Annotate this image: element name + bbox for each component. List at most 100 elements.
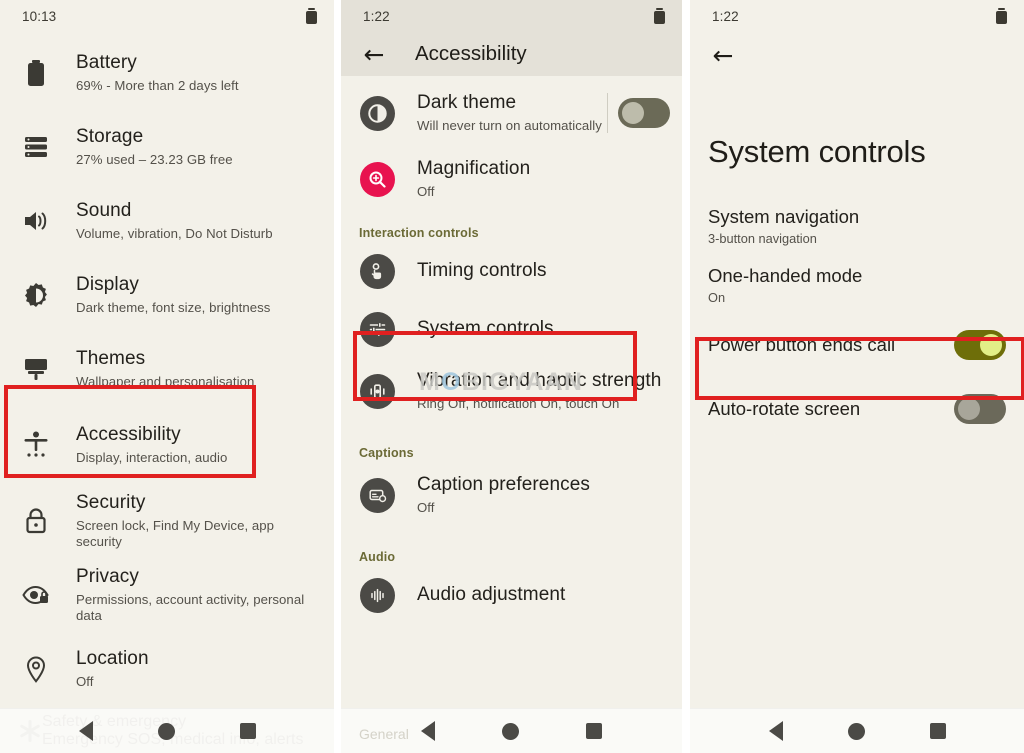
icon-chip <box>359 477 395 513</box>
themes-icon <box>18 357 54 381</box>
settings-row-accessibility[interactable]: Accessibility Display, interaction, audi… <box>0 406 334 484</box>
status-clock: 10:13 <box>22 8 57 24</box>
status-clock: 1:22 <box>363 8 390 24</box>
row-subtitle: On <box>708 289 726 305</box>
settings-row-subtitle: Wallpaper and personalisation <box>76 373 255 389</box>
nav-home-icon[interactable] <box>501 722 519 740</box>
settings-row-title: Storage <box>76 126 144 148</box>
icon-chip <box>359 95 395 131</box>
nav-home-icon[interactable] <box>157 722 175 740</box>
nav-back-icon[interactable] <box>768 721 783 741</box>
settings-row-subtitle: Display, interaction, audio <box>76 449 228 465</box>
row-auto-rotate-screen[interactable]: Auto-rotate screen <box>690 380 1024 438</box>
row-system-navigation[interactable]: System navigation 3-button navigation <box>690 198 1024 254</box>
row-text: Audio adjustment <box>417 584 666 606</box>
section-label-audio: Audio <box>359 550 396 564</box>
settings-row-storage[interactable]: Storage 27% used – 23.23 GB free <box>0 110 334 184</box>
settings-row-sound[interactable]: Sound Volume, vibration, Do Not Disturb <box>0 184 334 258</box>
settings-list: Battery 69% - More than 2 days left Stor… <box>0 32 334 706</box>
icon-chip <box>359 373 395 409</box>
icon-chip <box>359 253 395 289</box>
nav-back-icon[interactable] <box>420 721 435 741</box>
settings-row-text: Display Dark theme, font size, brightnes… <box>76 274 318 315</box>
power-button-ends-call-toggle[interactable] <box>954 330 1006 360</box>
row-text: Auto-rotate screen <box>708 398 954 420</box>
row-power-button-ends-call[interactable]: Power button ends call <box>690 316 1024 374</box>
status-bar-panel1: 10:13 <box>0 0 334 32</box>
location-icon <box>18 655 54 683</box>
panel-system-controls: 1:22 ← System controls System navigation… <box>690 0 1024 753</box>
settings-row-title: Location <box>76 648 149 670</box>
row-magnification[interactable]: Magnification Off <box>341 146 682 212</box>
status-bar-panel2: 1:22 <box>341 0 682 32</box>
settings-row-privacy[interactable]: Privacy Permissions, account activity, p… <box>0 558 334 632</box>
settings-row-battery[interactable]: Battery 69% - More than 2 days left <box>0 36 334 110</box>
privacy-icon <box>18 584 54 606</box>
back-arrow-icon[interactable]: ← <box>359 39 389 69</box>
watermark-part-1: M <box>419 368 442 396</box>
settings-row-subtitle: Permissions, account activity, personal … <box>76 591 305 623</box>
watermark-part-2: BIGYAAN <box>461 368 584 396</box>
display-icon <box>18 282 54 308</box>
faded-general-label: General <box>359 726 409 742</box>
settings-row-title: Security <box>76 492 146 514</box>
row-title: Audio adjustment <box>417 583 566 605</box>
nav-back-icon[interactable] <box>78 721 93 741</box>
dark-theme-toggle[interactable] <box>618 98 670 128</box>
page-title: Accessibility <box>415 42 527 65</box>
row-subtitle: 3-button navigation <box>708 230 817 246</box>
timing-controls-icon <box>359 253 395 289</box>
nav-recents-icon[interactable] <box>239 723 256 739</box>
row-title: Timing controls <box>417 259 547 281</box>
row-title: Magnification <box>417 158 531 180</box>
settings-row-title: Display <box>76 274 139 296</box>
row-dark-theme[interactable]: Dark theme Will never turn on automatica… <box>341 80 682 146</box>
row-one-handed-mode[interactable]: One-handed mode On <box>690 254 1024 316</box>
settings-row-location[interactable]: Location Off <box>0 632 334 706</box>
settings-row-subtitle: Off <box>76 673 94 689</box>
vibration-icon <box>359 373 395 409</box>
nav-recents-icon[interactable] <box>929 723 946 739</box>
settings-row-subtitle: 27% used – 23.23 GB free <box>76 151 233 167</box>
row-caption-preferences[interactable]: Caption preferences Off <box>341 462 682 528</box>
settings-row-display[interactable]: Display Dark theme, font size, brightnes… <box>0 258 334 332</box>
settings-row-themes[interactable]: Themes Wallpaper and personalisation <box>0 332 334 406</box>
nav-recents-icon[interactable] <box>586 723 603 739</box>
auto-rotate-screen-toggle[interactable] <box>954 394 1006 424</box>
storage-icon <box>18 136 54 158</box>
system-navigation-bar <box>0 708 334 753</box>
nav-home-icon[interactable] <box>847 722 865 740</box>
section-label-interaction-controls: Interaction controls <box>359 226 479 240</box>
settings-row-title: Themes <box>76 348 146 370</box>
row-text: One-handed mode On <box>708 265 1006 304</box>
row-title: Caption preferences <box>417 474 591 496</box>
toggle-knob <box>622 102 644 124</box>
back-arrow-icon[interactable]: ← <box>708 40 738 70</box>
row-title: System navigation <box>708 206 860 228</box>
toggle-knob <box>980 334 1002 356</box>
settings-row-text: Themes Wallpaper and personalisation <box>76 348 318 389</box>
settings-row-subtitle: Screen lock, Find My Device, app securit… <box>76 517 275 549</box>
settings-row-text: Privacy Permissions, account activity, p… <box>76 566 318 623</box>
panel-settings-list: 10:13 Battery 69% - More than 2 days lef… <box>0 0 334 753</box>
watermark-part-o: O <box>441 368 462 396</box>
icon-chip <box>359 577 395 613</box>
back-row: ← <box>690 32 1024 78</box>
settings-row-security[interactable]: Security Screen lock, Find My Device, ap… <box>0 484 334 558</box>
settings-row-subtitle: Dark theme, font size, brightness <box>76 299 271 315</box>
site-watermark: MOBIGYAAN <box>419 368 583 397</box>
system-navigation-bar <box>690 708 1024 753</box>
row-subtitle: Ring Off, notification On, touch On <box>417 395 620 411</box>
row-title: Dark theme <box>417 92 517 114</box>
row-title: Auto-rotate screen <box>708 397 861 419</box>
magnify-icon <box>359 161 395 197</box>
battery-icon <box>306 8 317 24</box>
contrast-icon <box>359 95 395 131</box>
row-audio-adjustment[interactable]: Audio adjustment <box>341 566 682 624</box>
accessibility-icon <box>18 431 54 459</box>
row-system-controls[interactable]: System controls <box>341 300 682 358</box>
row-timing-controls[interactable]: Timing controls <box>341 242 682 300</box>
accessibility-list: Dark theme Will never turn on automatica… <box>341 76 682 624</box>
three-screenshot-strip: 10:13 Battery 69% - More than 2 days lef… <box>0 0 1024 753</box>
icon-chip <box>359 311 395 347</box>
